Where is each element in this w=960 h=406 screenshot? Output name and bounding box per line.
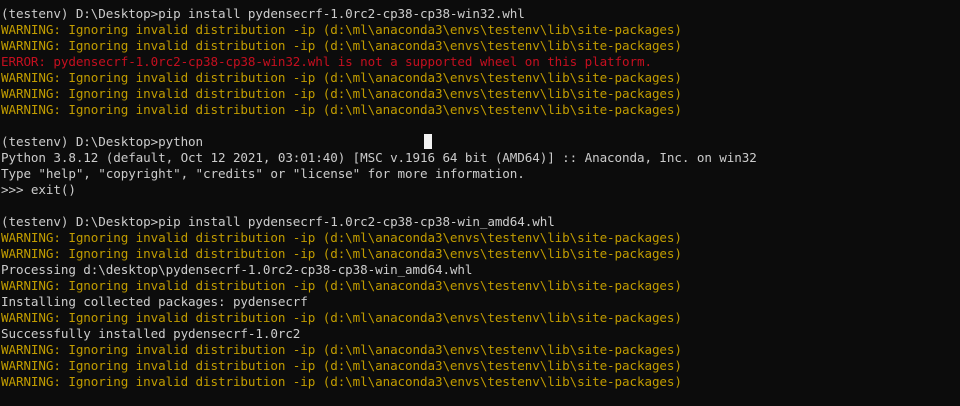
terminal-output[interactable]: (testenv) D:\Desktop>pip install pydense…: [0, 0, 960, 406]
terminal-line: Processing d:\desktop\pydensecrf-1.0rc2-…: [1, 262, 473, 277]
terminal-line: WARNING: Ignoring invalid distribution -…: [1, 22, 682, 37]
terminal-line: Successfully installed pydensecrf-1.0rc2: [1, 326, 301, 341]
terminal-line: WARNING: Ignoring invalid distribution -…: [1, 70, 682, 85]
terminal-line: WARNING: Ignoring invalid distribution -…: [1, 342, 682, 357]
terminal-line: (testenv) D:\Desktop>python: [1, 134, 204, 149]
terminal-line: WARNING: Ignoring invalid distribution -…: [1, 374, 682, 389]
terminal-line: Type "help", "copyright", "credits" or "…: [1, 166, 525, 181]
terminal-line: (testenv) D:\Desktop>pip install pydense…: [1, 214, 555, 229]
terminal-line: Installing collected packages: pydensecr…: [1, 294, 308, 309]
terminal-line: WARNING: Ignoring invalid distribution -…: [1, 278, 682, 293]
terminal-line: WARNING: Ignoring invalid distribution -…: [1, 38, 682, 53]
terminal-line: WARNING: Ignoring invalid distribution -…: [1, 358, 682, 373]
terminal-line: >>> exit(): [1, 182, 76, 197]
terminal-line: ERROR: pydensecrf-1.0rc2-cp38-cp38-win32…: [1, 54, 652, 69]
terminal-line: Python 3.8.12 (default, Oct 12 2021, 03:…: [1, 150, 757, 165]
terminal-line: WARNING: Ignoring invalid distribution -…: [1, 246, 682, 261]
terminal-line: WARNING: Ignoring invalid distribution -…: [1, 230, 682, 245]
text-cursor: [424, 134, 432, 149]
terminal-line: WARNING: Ignoring invalid distribution -…: [1, 86, 682, 101]
terminal-line: WARNING: Ignoring invalid distribution -…: [1, 310, 682, 325]
terminal-line: (testenv) D:\Desktop>pip install pydense…: [1, 6, 525, 21]
terminal-line: WARNING: Ignoring invalid distribution -…: [1, 102, 682, 117]
